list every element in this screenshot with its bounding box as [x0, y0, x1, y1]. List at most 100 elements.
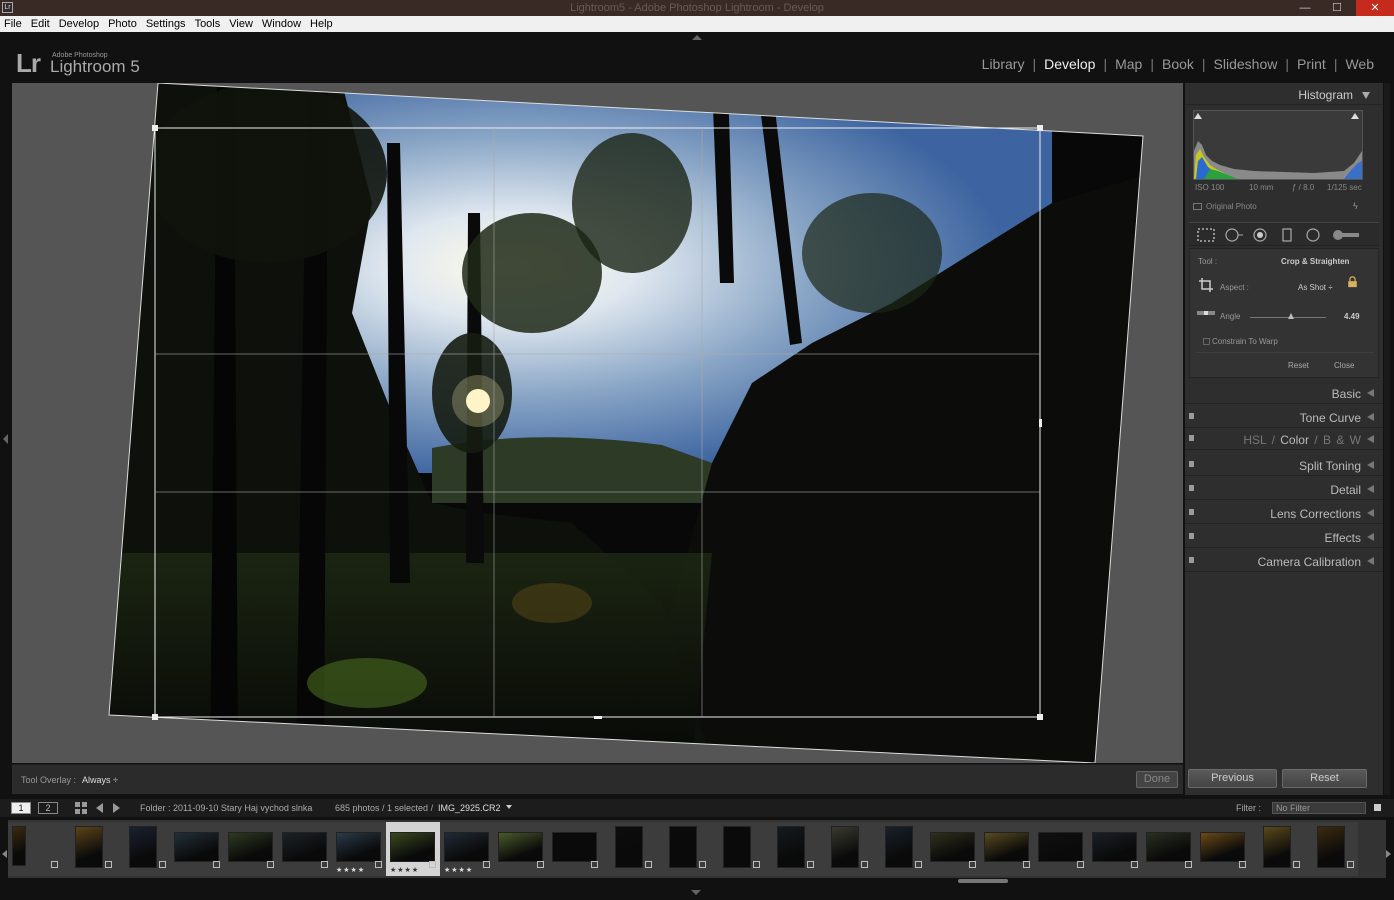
panel-effects[interactable]: Effects — [1185, 526, 1383, 548]
filmstrip-thumbnail[interactable] — [1304, 822, 1358, 876]
module-map[interactable]: Map — [1107, 56, 1150, 72]
grid-view-icon[interactable] — [75, 802, 87, 814]
menu-view[interactable]: View — [229, 16, 253, 32]
secondary-screen-button[interactable]: 2 — [38, 802, 58, 814]
forward-arrow-icon[interactable] — [112, 802, 122, 814]
top-panel-toggle-icon[interactable] — [692, 35, 702, 40]
filmstrip-thumbnail[interactable] — [926, 822, 980, 876]
filmstrip-scroll-left-icon[interactable] — [2, 850, 7, 858]
panel-tone-curve[interactable]: Tone Curve — [1185, 406, 1383, 428]
filmstrip-thumbnail[interactable]: ★★★★ — [332, 822, 386, 876]
crop-handle-right[interactable] — [1039, 419, 1042, 427]
module-web[interactable]: Web — [1337, 56, 1382, 72]
angle-value[interactable]: 4.49 — [1344, 312, 1360, 321]
expand-arrow-icon[interactable] — [1367, 435, 1374, 443]
tab-bw[interactable]: B & W — [1323, 433, 1361, 447]
filmstrip-thumbnail[interactable] — [224, 822, 278, 876]
module-print[interactable]: Print — [1289, 56, 1334, 72]
module-develop[interactable]: Develop — [1036, 56, 1103, 72]
highlight-clipping-icon[interactable] — [1351, 113, 1359, 119]
lock-icon[interactable] — [1347, 276, 1358, 288]
panel-switch-icon[interactable] — [1189, 461, 1194, 467]
selected-filename[interactable]: IMG_2925.CR2 — [438, 803, 501, 813]
filmstrip-scroll-right-icon[interactable] — [1386, 850, 1391, 858]
expand-arrow-icon[interactable] — [1367, 509, 1374, 517]
panel-switch-icon[interactable] — [1189, 413, 1194, 419]
tab-color[interactable]: Color — [1280, 433, 1309, 447]
filmstrip-thumbnail[interactable] — [8, 822, 62, 876]
expand-arrow-icon[interactable] — [1367, 533, 1374, 541]
filmstrip-thumbnail[interactable] — [818, 822, 872, 876]
panel-detail[interactable]: Detail — [1185, 478, 1383, 500]
done-button[interactable]: Done — [1136, 771, 1178, 788]
original-photo-checkbox[interactable] — [1193, 203, 1202, 211]
panel-switch-icon[interactable] — [1189, 533, 1194, 539]
filter-lock-icon[interactable] — [1374, 804, 1381, 811]
filmstrip[interactable]: ★★★★ ★★★★ ★★★★ — [8, 820, 1386, 878]
panel-lens-corrections[interactable]: Lens Corrections — [1185, 502, 1383, 524]
spot-removal-icon[interactable] — [1224, 228, 1244, 242]
filmstrip-thumbnail[interactable] — [1250, 822, 1304, 876]
straighten-level-icon[interactable] — [1196, 308, 1216, 318]
panel-split-toning[interactable]: Split Toning — [1185, 454, 1383, 476]
filmstrip-thumbnail[interactable] — [1196, 822, 1250, 876]
menu-tools[interactable]: Tools — [195, 16, 221, 32]
crop-handle-top-left[interactable] — [152, 125, 158, 131]
menu-develop[interactable]: Develop — [59, 16, 99, 32]
filmstrip-scrollbar[interactable] — [958, 879, 1008, 883]
graduated-filter-icon[interactable] — [1281, 228, 1293, 242]
filmstrip-thumbnail[interactable]: ★★★★ — [440, 822, 494, 876]
reset-button[interactable]: Reset — [1282, 769, 1367, 788]
collapse-arrow-icon[interactable] — [1362, 92, 1370, 99]
filmstrip-thumbnail[interactable] — [116, 822, 170, 876]
filmstrip-thumbnail[interactable]: ★★★★ — [386, 822, 440, 876]
back-arrow-icon[interactable] — [94, 802, 104, 814]
filmstrip-thumbnail[interactable] — [1142, 822, 1196, 876]
image-canvas[interactable] — [12, 83, 1183, 763]
adjustment-brush-icon[interactable] — [1332, 228, 1360, 242]
crop-reset-button[interactable]: Reset — [1288, 361, 1309, 370]
folder-path[interactable]: Folder : 2011-09-10 Stary Haj vychod sln… — [140, 803, 312, 813]
tab-hsl[interactable]: HSL — [1243, 433, 1266, 447]
close-button[interactable]: ✕ — [1356, 0, 1394, 16]
filmstrip-thumbnail[interactable] — [602, 822, 656, 876]
panel-switch-icon[interactable] — [1189, 485, 1194, 491]
filmstrip-thumbnail[interactable] — [764, 822, 818, 876]
menu-edit[interactable]: Edit — [31, 16, 50, 32]
crop-handle-bottom-right[interactable] — [1037, 714, 1043, 720]
expand-arrow-icon[interactable] — [1367, 485, 1374, 493]
menu-photo[interactable]: Photo — [108, 16, 137, 32]
module-book[interactable]: Book — [1154, 56, 1202, 72]
filter-select[interactable]: No Filter — [1272, 802, 1366, 814]
expand-arrow-icon[interactable] — [1367, 557, 1374, 565]
bolt-icon[interactable]: ϟ — [1353, 201, 1358, 211]
menu-settings[interactable]: Settings — [146, 16, 186, 32]
filmstrip-thumbnail[interactable] — [494, 822, 548, 876]
crop-handle-top-right[interactable] — [1037, 125, 1043, 131]
filmstrip-thumbnail[interactable] — [656, 822, 710, 876]
module-library[interactable]: Library — [974, 56, 1033, 72]
left-panel-toggle-icon[interactable] — [3, 434, 8, 444]
panel-switch-icon[interactable] — [1189, 435, 1194, 441]
angle-slider-thumb[interactable] — [1288, 313, 1295, 319]
crop-handle-bottom-left[interactable] — [152, 714, 158, 720]
right-panel-scrollbar[interactable] — [1384, 83, 1390, 795]
module-slideshow[interactable]: Slideshow — [1206, 56, 1286, 72]
maximize-button[interactable]: ☐ — [1322, 0, 1352, 16]
histogram-graph[interactable] — [1193, 110, 1363, 180]
minimize-button[interactable]: — — [1290, 0, 1320, 16]
menu-window[interactable]: Window — [262, 16, 301, 32]
filmstrip-thumbnail[interactable] — [278, 822, 332, 876]
photo-preview[interactable] — [12, 83, 1183, 763]
primary-screen-button[interactable]: 1 — [11, 802, 31, 814]
filmstrip-thumbnail[interactable] — [710, 822, 764, 876]
filmstrip-thumbnail[interactable] — [170, 822, 224, 876]
radial-filter-icon[interactable] — [1305, 228, 1321, 242]
crop-close-button[interactable]: Close — [1334, 361, 1354, 370]
crop-overlay-icon[interactable] — [1197, 228, 1215, 242]
panel-switch-icon[interactable] — [1189, 557, 1194, 563]
panel-switch-icon[interactable] — [1189, 509, 1194, 515]
red-eye-icon[interactable] — [1252, 228, 1268, 242]
aspect-select[interactable]: As Shot ÷ — [1298, 283, 1333, 292]
bottom-panel-toggle-icon[interactable] — [691, 890, 701, 895]
